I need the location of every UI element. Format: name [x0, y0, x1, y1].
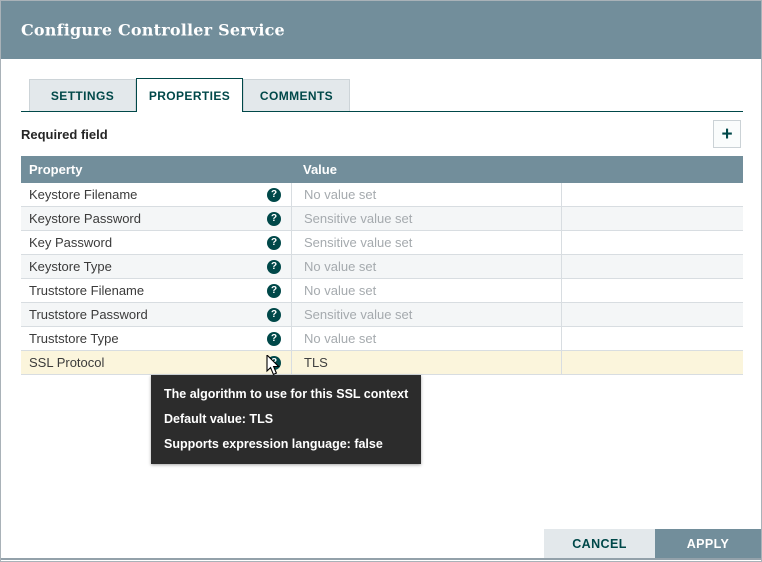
property-value-cell[interactable]: No value set: [291, 279, 561, 302]
property-value: No value set: [304, 259, 376, 274]
property-name: Truststore Filename: [29, 283, 267, 298]
plus-icon: +: [721, 124, 732, 145]
table-row[interactable]: Key Password? Sensitive value set: [21, 231, 743, 255]
property-table: Property Value Keystore Filename? No valu…: [21, 156, 743, 375]
tooltip-expression-language: Supports expression language: false: [164, 432, 408, 457]
property-name: Truststore Password: [29, 307, 267, 322]
property-value: Sensitive value set: [304, 211, 412, 226]
dialog-header: Configure Controller Service: [1, 1, 761, 59]
property-name-cell: Keystore Type?: [21, 255, 291, 278]
property-value-cell[interactable]: No value set: [291, 255, 561, 278]
table-row[interactable]: Keystore Password? Sensitive value set: [21, 207, 743, 231]
property-value: TLS: [304, 355, 328, 370]
property-table-body: Keystore Filename? No value set Keystore P…: [21, 183, 743, 375]
tooltip-default-value: Default value: TLS: [164, 407, 408, 432]
required-field-label: Required field: [21, 127, 108, 142]
help-icon[interactable]: ?: [267, 188, 281, 202]
property-table-header: Property Value: [21, 156, 743, 183]
apply-button[interactable]: APPLY: [655, 529, 761, 558]
help-icon[interactable]: ?: [267, 332, 281, 346]
property-name-cell: Truststore Password?: [21, 303, 291, 326]
property-value: Sensitive value set: [304, 235, 412, 250]
table-row[interactable]: SSL Protocol? TLS: [21, 351, 743, 375]
property-help-tooltip: The algorithm to use for this SSL contex…: [151, 375, 421, 464]
property-name: Keystore Password: [29, 211, 267, 226]
table-row[interactable]: Truststore Filename? No value set: [21, 279, 743, 303]
table-row[interactable]: Truststore Type? No value set: [21, 327, 743, 351]
property-value-cell[interactable]: TLS: [291, 351, 561, 374]
property-value: No value set: [304, 331, 376, 346]
property-name: Keystore Type: [29, 259, 267, 274]
help-icon[interactable]: ?: [267, 260, 281, 274]
tooltip-description: The algorithm to use for this SSL contex…: [164, 382, 408, 407]
row-extra-cell: [561, 183, 743, 206]
tab-comments[interactable]: COMMENTS: [243, 79, 350, 111]
help-icon[interactable]: ?: [267, 284, 281, 298]
property-name: Keystore Filename: [29, 187, 267, 202]
row-extra-cell: [561, 255, 743, 278]
table-row[interactable]: Truststore Password? Sensitive value set: [21, 303, 743, 327]
table-row[interactable]: Keystore Type? No value set: [21, 255, 743, 279]
property-name-cell: Keystore Password?: [21, 207, 291, 230]
column-header-property: Property: [21, 162, 291, 177]
cancel-button[interactable]: CANCEL: [544, 529, 655, 558]
mouse-cursor: [266, 355, 281, 376]
property-value: Sensitive value set: [304, 307, 412, 322]
column-header-value: Value: [291, 162, 561, 177]
row-extra-cell: [561, 303, 743, 326]
property-name: SSL Protocol: [29, 355, 267, 370]
property-value: No value set: [304, 283, 376, 298]
help-icon[interactable]: ?: [267, 308, 281, 322]
property-value-cell[interactable]: Sensitive value set: [291, 231, 561, 254]
property-name-cell: SSL Protocol?: [21, 351, 291, 374]
help-icon[interactable]: ?: [267, 236, 281, 250]
table-row[interactable]: Keystore Filename? No value set: [21, 183, 743, 207]
property-value-cell[interactable]: No value set: [291, 183, 561, 206]
property-name-cell: Key Password?: [21, 231, 291, 254]
property-name-cell: Truststore Filename?: [21, 279, 291, 302]
tab-settings[interactable]: SETTINGS: [29, 79, 136, 111]
property-name-cell: Keystore Filename?: [21, 183, 291, 206]
add-property-button[interactable]: +: [713, 120, 741, 148]
property-name: Key Password: [29, 235, 267, 250]
dialog-bottom-edge: [1, 558, 761, 560]
property-name-cell: Truststore Type?: [21, 327, 291, 350]
property-value-cell[interactable]: No value set: [291, 327, 561, 350]
configure-controller-service-dialog: Configure Controller Service SETTINGS PR…: [0, 0, 762, 562]
property-name: Truststore Type: [29, 331, 267, 346]
row-extra-cell: [561, 279, 743, 302]
row-extra-cell: [561, 327, 743, 350]
row-extra-cell: [561, 231, 743, 254]
help-icon[interactable]: ?: [267, 212, 281, 226]
dialog-title: Configure Controller Service: [21, 21, 285, 40]
property-value-cell[interactable]: Sensitive value set: [291, 303, 561, 326]
row-extra-cell: [561, 207, 743, 230]
property-value: No value set: [304, 187, 376, 202]
tab-bar: SETTINGS PROPERTIES COMMENTS: [21, 79, 743, 112]
property-value-cell[interactable]: Sensitive value set: [291, 207, 561, 230]
row-extra-cell: [561, 351, 743, 374]
tab-properties[interactable]: PROPERTIES: [136, 78, 243, 112]
